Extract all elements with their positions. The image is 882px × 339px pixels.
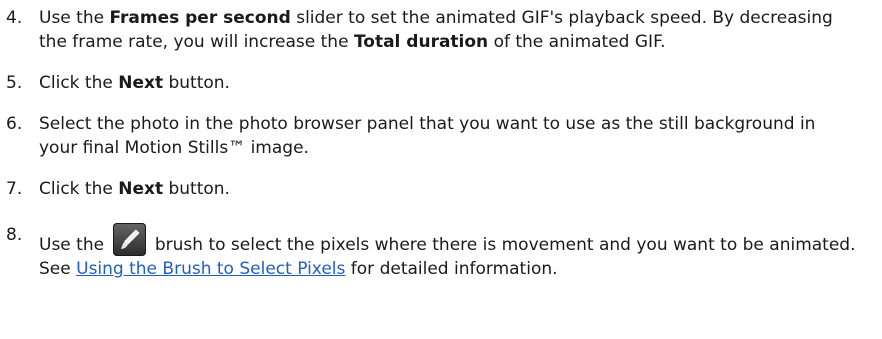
step-text: Use the brush to select the pixels where…	[39, 223, 859, 281]
step-number: 8.	[6, 225, 23, 245]
step-text: Use the Frames per second slider to set …	[39, 8, 833, 52]
step-number: 6.	[6, 114, 23, 134]
ui-term-total-duration: Total duration	[353, 32, 489, 52]
step-5: 5. Click the Next button.	[0, 71, 882, 95]
step-text: Click the Next button.	[39, 179, 230, 199]
ui-term-next: Next	[118, 73, 164, 93]
step-text: Click the Next button.	[39, 73, 230, 93]
step-6: 6. Select the photo in the photo browser…	[0, 112, 882, 160]
ui-term-next: Next	[118, 179, 164, 199]
link-using-the-brush[interactable]: Using the Brush to Select Pixels	[76, 259, 345, 279]
step-number: 5.	[6, 73, 23, 93]
instructions-document: 4. Use the Frames per second slider to s…	[0, 0, 882, 281]
step-number: 7.	[6, 179, 23, 199]
ui-term-frames-per-second: Frames per second	[109, 8, 291, 28]
step-7: 7. Click the Next button.	[0, 177, 882, 201]
step-4: 4. Use the Frames per second slider to s…	[0, 6, 882, 54]
step-number: 4.	[6, 8, 23, 28]
step-text: Select the photo in the photo browser pa…	[39, 114, 816, 158]
brush-icon	[113, 223, 147, 256]
step-8: 8. Use the brush to select the pixels wh…	[0, 223, 882, 281]
